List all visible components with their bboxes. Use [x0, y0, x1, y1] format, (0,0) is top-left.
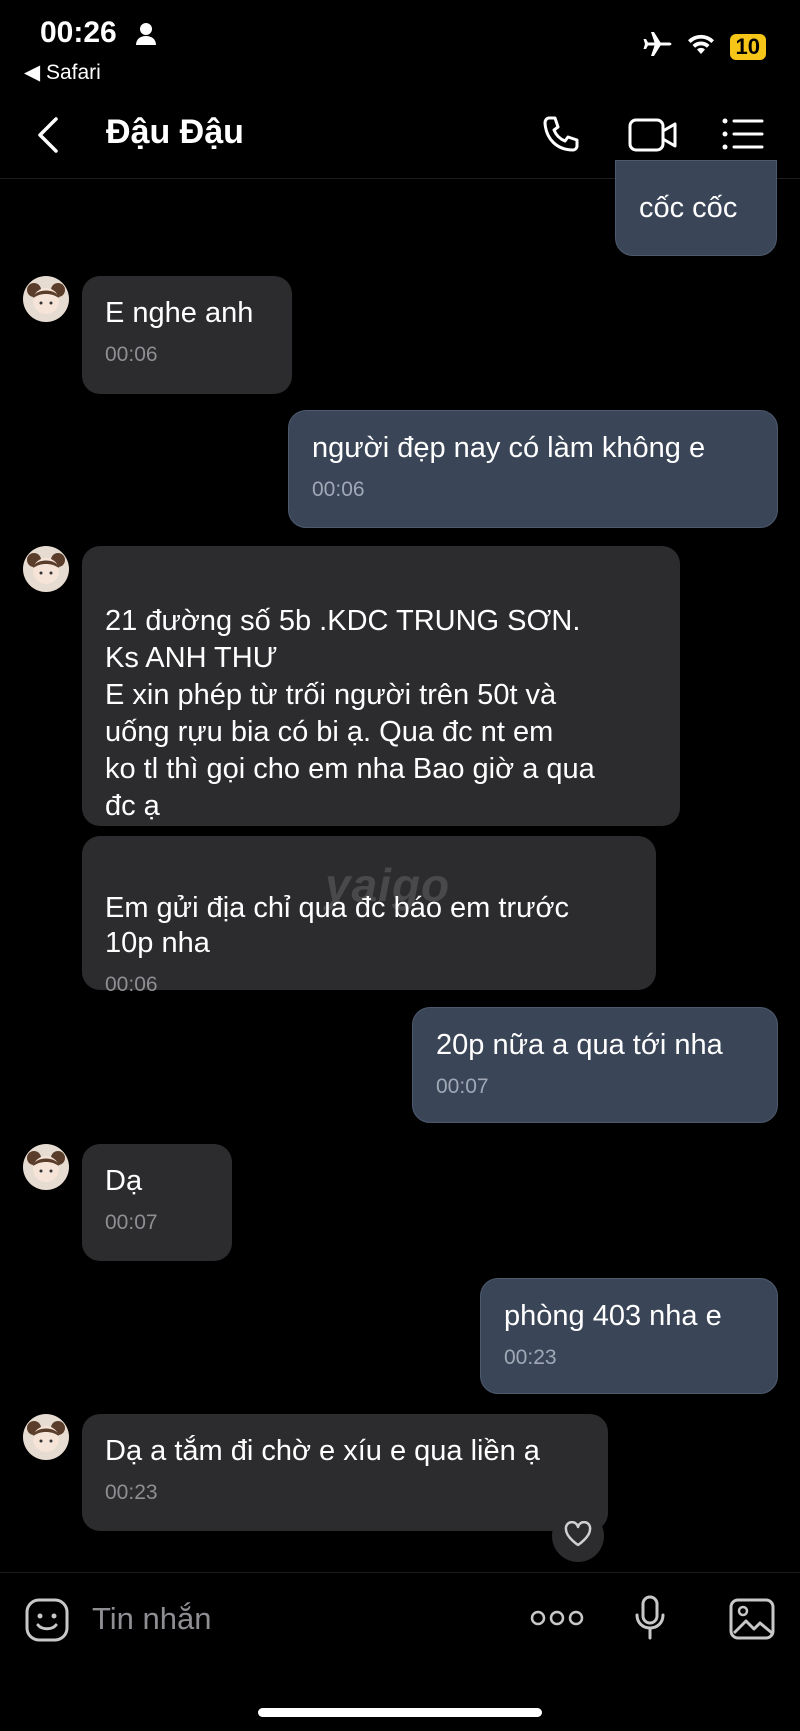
- heart-icon: [564, 1520, 592, 1552]
- contact-avatar[interactable]: [23, 276, 69, 322]
- airplane-icon: [642, 30, 672, 63]
- status-icons: 10: [642, 30, 766, 63]
- message-bubble-outgoing[interactable]: cốc cốc: [615, 160, 777, 256]
- video-call-icon[interactable]: [628, 117, 678, 158]
- message-time: 00:07: [436, 1075, 489, 1098]
- microphone-icon[interactable]: [634, 1595, 666, 1646]
- message-bubble-outgoing[interactable]: 20p nữa a qua tới nha 00:07: [412, 1007, 778, 1123]
- wifi-icon: [686, 32, 716, 61]
- image-gallery-icon[interactable]: [728, 1597, 776, 1646]
- message-text: 20p nữa a qua tới nha: [436, 1029, 723, 1061]
- message-bubble-incoming[interactable]: Dạ 00:07: [82, 1144, 232, 1261]
- message-text: Dạ: [105, 1165, 143, 1197]
- phone-call-icon[interactable]: [540, 114, 582, 161]
- message-time: 00:06: [105, 343, 158, 366]
- more-options-icon[interactable]: [530, 1608, 584, 1633]
- contact-avatar[interactable]: [23, 546, 69, 592]
- back-to-safari-link[interactable]: ◀ Safari: [24, 60, 101, 85]
- message-time: 00:23: [105, 1481, 158, 1504]
- message-text: Dạ a tắm đi chờ e xíu e qua liền ạ: [105, 1435, 540, 1467]
- message-input[interactable]: Tin nhắn: [92, 1601, 212, 1637]
- menu-list-icon[interactable]: [722, 117, 764, 156]
- react-heart-button[interactable]: [552, 1510, 604, 1562]
- message-text: người đẹp nay có làm không e: [312, 432, 706, 464]
- watermark: yaigo: [325, 859, 451, 911]
- message-bubble-incoming[interactable]: 21 đường số 5b .KDC TRUNG SƠN. Ks ANH TH…: [82, 546, 680, 826]
- message-bubble-incoming[interactable]: E nghe anh 00:06: [82, 276, 292, 394]
- status-time: 00:26: [40, 16, 117, 49]
- back-chevron-icon[interactable]: [36, 116, 60, 159]
- chat-title[interactable]: Đậu Đậu: [106, 113, 244, 152]
- person-icon: [135, 22, 157, 51]
- contact-avatar[interactable]: [23, 1414, 69, 1460]
- message-text: cốc cốc: [639, 192, 738, 224]
- message-text: E nghe anh: [105, 297, 254, 329]
- message-bubble-outgoing[interactable]: phòng 403 nha e 00:23: [480, 1278, 778, 1394]
- contact-avatar[interactable]: [23, 1144, 69, 1190]
- message-bubble-outgoing[interactable]: người đẹp nay có làm không e 00:06: [288, 410, 778, 528]
- message-time: 00:07: [105, 1211, 158, 1234]
- message-time: 00:06: [312, 478, 365, 501]
- message-text: phòng 403 nha e: [504, 1300, 722, 1332]
- message-bubble-incoming[interactable]: Dạ a tắm đi chờ e xíu e qua liền ạ 00:23: [82, 1414, 608, 1531]
- home-indicator[interactable]: [258, 1708, 542, 1717]
- message-time: 00:06: [105, 973, 158, 996]
- emoji-sticker-icon[interactable]: [24, 1597, 70, 1648]
- message-time: 00:23: [504, 1346, 557, 1369]
- battery-indicator: 10: [729, 33, 766, 60]
- message-text: 21 đường số 5b .KDC TRUNG SƠN. Ks ANH TH…: [105, 605, 595, 822]
